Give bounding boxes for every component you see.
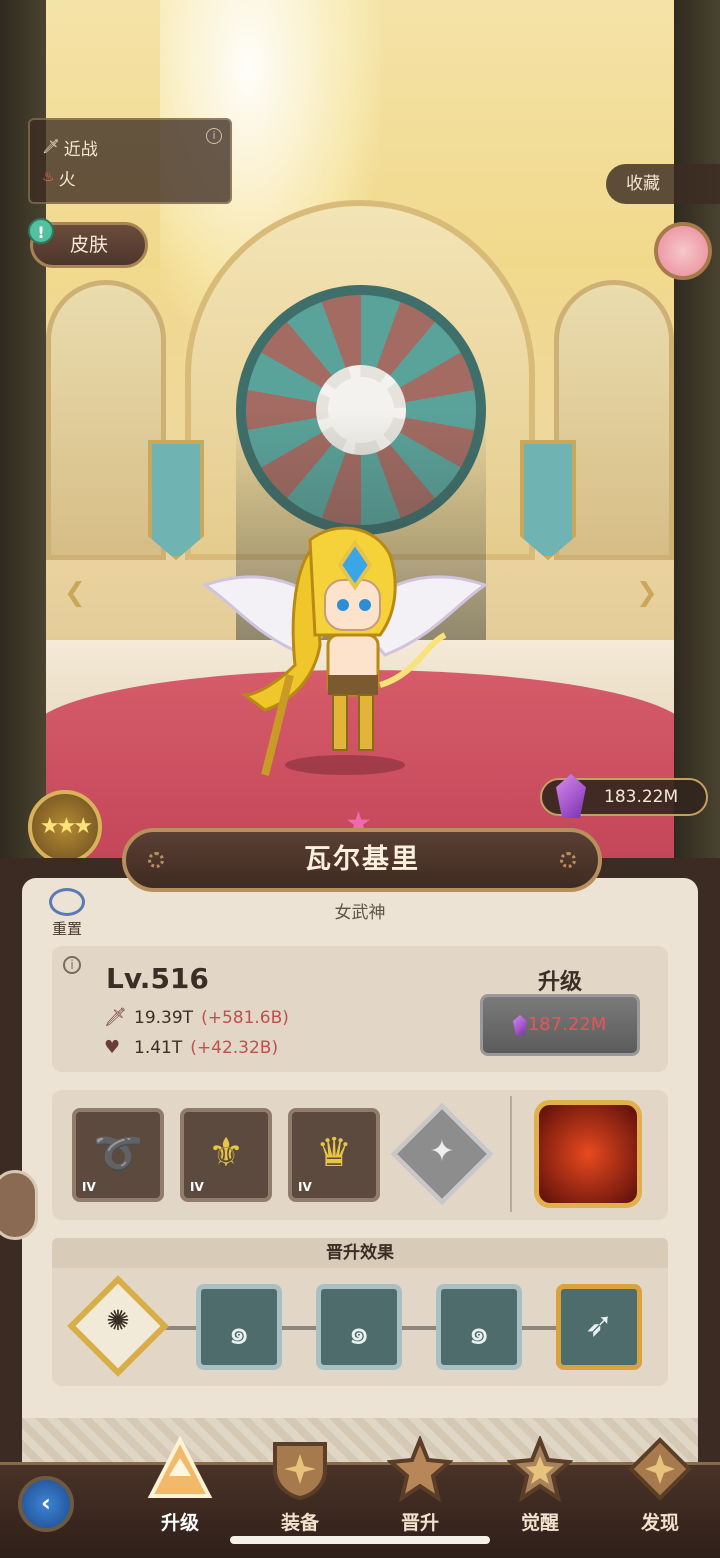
side-avatar[interactable] xyxy=(0,1170,38,1240)
upgrade-button[interactable]: 187.22M xyxy=(480,994,640,1056)
equip-slot-whip[interactable]: ➰ IV xyxy=(72,1108,164,1202)
advance-slot-2[interactable]: ๑ xyxy=(316,1284,402,1370)
equip-slot-tiara[interactable]: ♛ IV xyxy=(288,1108,380,1202)
tab-upgrade-label: 升级 xyxy=(160,1512,199,1534)
hp-bonus: (+42.32B) xyxy=(190,1038,279,1058)
tab-discover-label: 发现 xyxy=(640,1512,679,1534)
ultimate-skill-icon[interactable] xyxy=(534,1100,642,1208)
attack-stat-row: 🗡 19.39T (+581.6B) xyxy=(104,1005,289,1031)
tier-badge: IV xyxy=(190,1180,204,1194)
hero-class-title: 女武神 xyxy=(334,903,386,923)
tab-awaken[interactable]: 觉醒 xyxy=(490,1434,590,1536)
next-hero-arrow-icon[interactable]: ❯ xyxy=(636,578,658,608)
fire-icon: ♨ xyxy=(42,169,55,185)
pillar-right xyxy=(674,0,720,870)
promote-star-icon xyxy=(386,1434,454,1503)
vortex-icon: ๑ xyxy=(348,1313,370,1353)
tab-equipment[interactable]: 装备 xyxy=(250,1436,350,1536)
hero-traits-box: i 🗡 近战 ♨ 火 xyxy=(28,118,232,204)
heart-stat-icon: ♥ xyxy=(104,1037,121,1058)
advance-slot-1[interactable]: ๑ xyxy=(196,1284,282,1370)
tiara-icon: ♛ xyxy=(316,1130,352,1176)
back-button[interactable]: ‹ xyxy=(18,1476,74,1532)
equip-slot-armor[interactable]: ⚜ IV xyxy=(180,1108,272,1202)
crystal-balance: 183.22M xyxy=(540,774,708,818)
hp-value: 1.41T xyxy=(134,1038,183,1058)
advance-effect-title: 晋升效果 xyxy=(52,1238,668,1268)
discover-icon xyxy=(628,1437,692,1501)
upgrade-icon xyxy=(147,1435,213,1498)
hero-name: 瓦尔基里 xyxy=(304,844,420,875)
sword-icon: 🗡 xyxy=(104,1007,127,1028)
hero-level: Lv.516 xyxy=(106,962,209,995)
tab-equipment-label: 装备 xyxy=(280,1512,319,1534)
skin-alert-icon: ! xyxy=(28,218,54,244)
gear-icon xyxy=(560,852,576,868)
bow-icon: ➶ xyxy=(584,1305,614,1345)
advance-slot-4[interactable]: ➶ xyxy=(556,1284,642,1370)
panel-decoration xyxy=(22,1418,698,1462)
tab-promote-label: 晋升 xyxy=(400,1512,439,1534)
attack-type-row: 🗡 近战 xyxy=(42,132,218,162)
vortex-icon: ๑ xyxy=(468,1313,490,1353)
tab-discover[interactable]: 发现 xyxy=(610,1436,710,1536)
empty-slot-icon: ✦ xyxy=(429,1134,455,1169)
banner-right xyxy=(520,440,576,560)
winged-armor-icon: ⚜ xyxy=(208,1130,244,1176)
purple-crystal-icon xyxy=(513,1015,527,1035)
attack-bonus: (+581.6B) xyxy=(201,1008,289,1028)
equip-divider xyxy=(510,1096,512,1212)
hero-detail-screen: ❮ ❯ i 🗡 近战 ♨ 火 皮肤 ! 收藏 183.22M ★★★ ★ 瓦尔基… xyxy=(0,0,720,1558)
tier-badge: IV xyxy=(82,1180,96,1194)
favorite-button[interactable]: 收藏 xyxy=(606,164,720,204)
whip-icon: ➰ xyxy=(93,1131,143,1177)
upgrade-title: 升级 xyxy=(537,970,582,995)
tab-upgrade[interactable]: 升级 xyxy=(130,1435,230,1536)
star-icon: ★★★ xyxy=(39,814,93,839)
element-row: ♨ 火 xyxy=(42,162,218,192)
awaken-star-icon xyxy=(506,1434,574,1503)
melee-icon: 🗡 xyxy=(42,139,60,155)
burst-icon: ✺ xyxy=(106,1304,130,1337)
info-icon[interactable]: i xyxy=(63,956,81,974)
hp-stat-row: ♥ 1.41T (+42.32B) xyxy=(104,1035,278,1061)
heart-icon[interactable] xyxy=(654,222,712,280)
attack-type-text: 近战 xyxy=(63,139,98,160)
upgrade-cost: 187.22M xyxy=(527,1014,607,1035)
tab-promote[interactable]: 晋升 xyxy=(370,1434,470,1536)
tier-badge: IV xyxy=(298,1180,312,1194)
home-indicator[interactable] xyxy=(230,1536,490,1544)
valkyrie-hero-sprite[interactable] xyxy=(195,525,495,785)
prev-hero-arrow-icon[interactable]: ❮ xyxy=(64,578,86,608)
purple-crystal-icon xyxy=(556,774,586,818)
star-rank-medal[interactable]: ★★★ xyxy=(28,790,102,864)
shield-icon xyxy=(273,1442,327,1501)
tab-awaken-label: 觉醒 xyxy=(520,1512,559,1534)
hero-nameplate: 瓦尔基里 xyxy=(122,828,602,892)
info-icon[interactable]: i xyxy=(206,128,222,144)
element-text: 火 xyxy=(58,169,76,190)
advance-slot-3[interactable]: ๑ xyxy=(436,1284,522,1370)
vortex-icon: ๑ xyxy=(228,1313,250,1353)
gear-icon xyxy=(148,852,164,868)
crystal-balance-value: 183.22M xyxy=(604,787,679,807)
attack-value: 19.39T xyxy=(134,1008,194,1028)
